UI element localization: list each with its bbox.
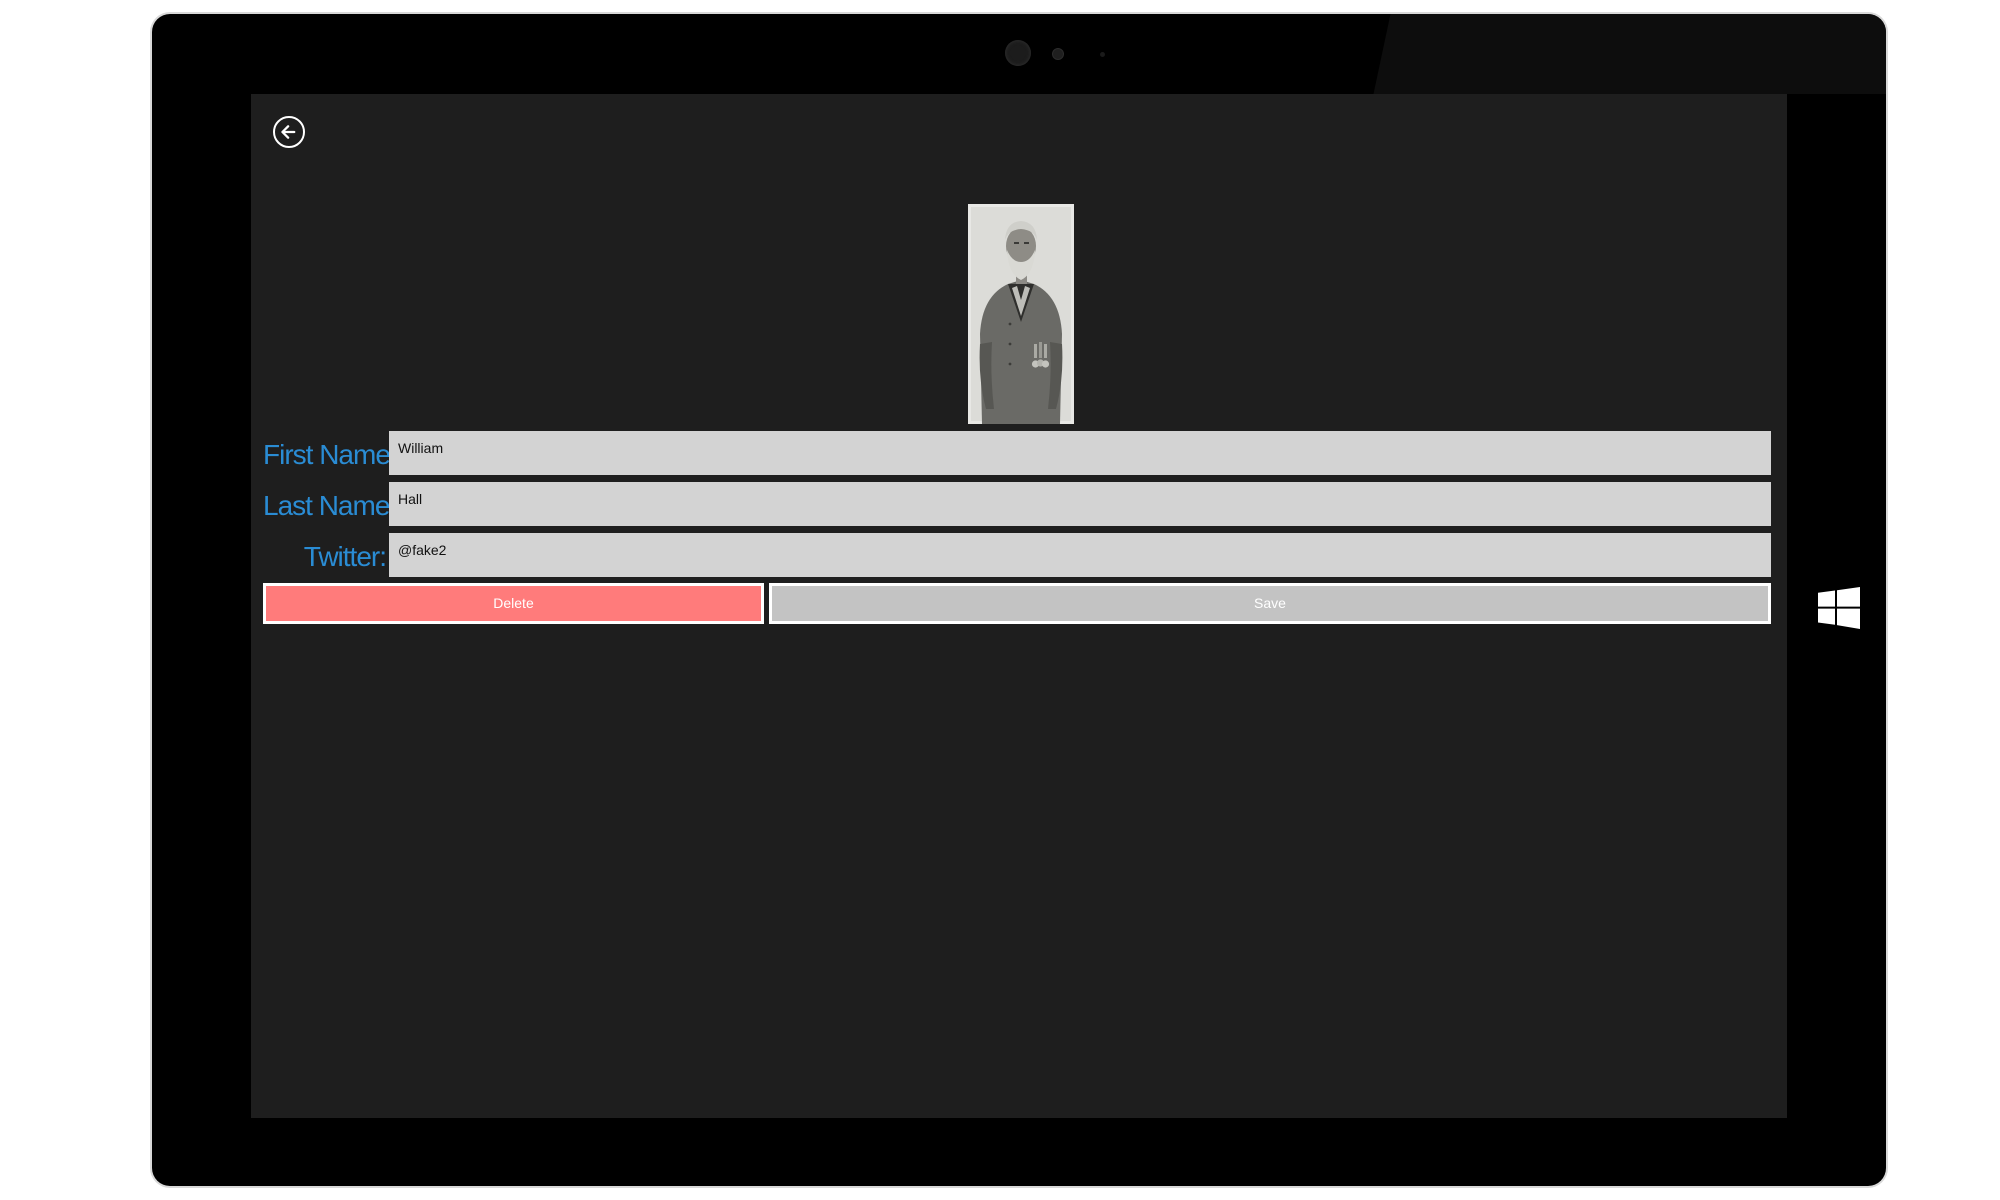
last-name-row: Last Name: bbox=[263, 482, 1771, 526]
first-name-label: First Name: bbox=[263, 439, 398, 470]
twitter-row: Twitter: bbox=[263, 533, 1771, 577]
contact-photo bbox=[968, 204, 1074, 424]
twitter-label: Twitter: bbox=[303, 541, 387, 572]
last-name-input[interactable] bbox=[389, 482, 1771, 526]
windows-start-icon bbox=[1818, 587, 1860, 629]
portrait-image bbox=[968, 204, 1074, 424]
front-camera bbox=[1005, 40, 1031, 66]
action-buttons: Delete Save bbox=[263, 583, 1771, 624]
app-screen: First Name: Last Name: Twitter: Delete S… bbox=[251, 94, 1787, 1118]
windows-logo-icon[interactable] bbox=[1818, 587, 1860, 629]
camera-sensor bbox=[1052, 48, 1064, 60]
delete-button[interactable]: Delete bbox=[263, 583, 764, 624]
arrow-left-icon bbox=[281, 125, 296, 139]
first-name-input[interactable] bbox=[389, 431, 1771, 475]
camera-indicator-light bbox=[1100, 52, 1105, 57]
back-button[interactable] bbox=[273, 116, 305, 148]
twitter-input[interactable] bbox=[389, 533, 1771, 577]
last-name-label: Last Name: bbox=[263, 490, 397, 521]
bezel-reflection bbox=[1373, 14, 1886, 94]
tablet-device-frame: First Name: Last Name: Twitter: Delete S… bbox=[152, 14, 1886, 1186]
save-button[interactable]: Save bbox=[769, 583, 1771, 624]
first-name-row: First Name: bbox=[263, 431, 1771, 475]
